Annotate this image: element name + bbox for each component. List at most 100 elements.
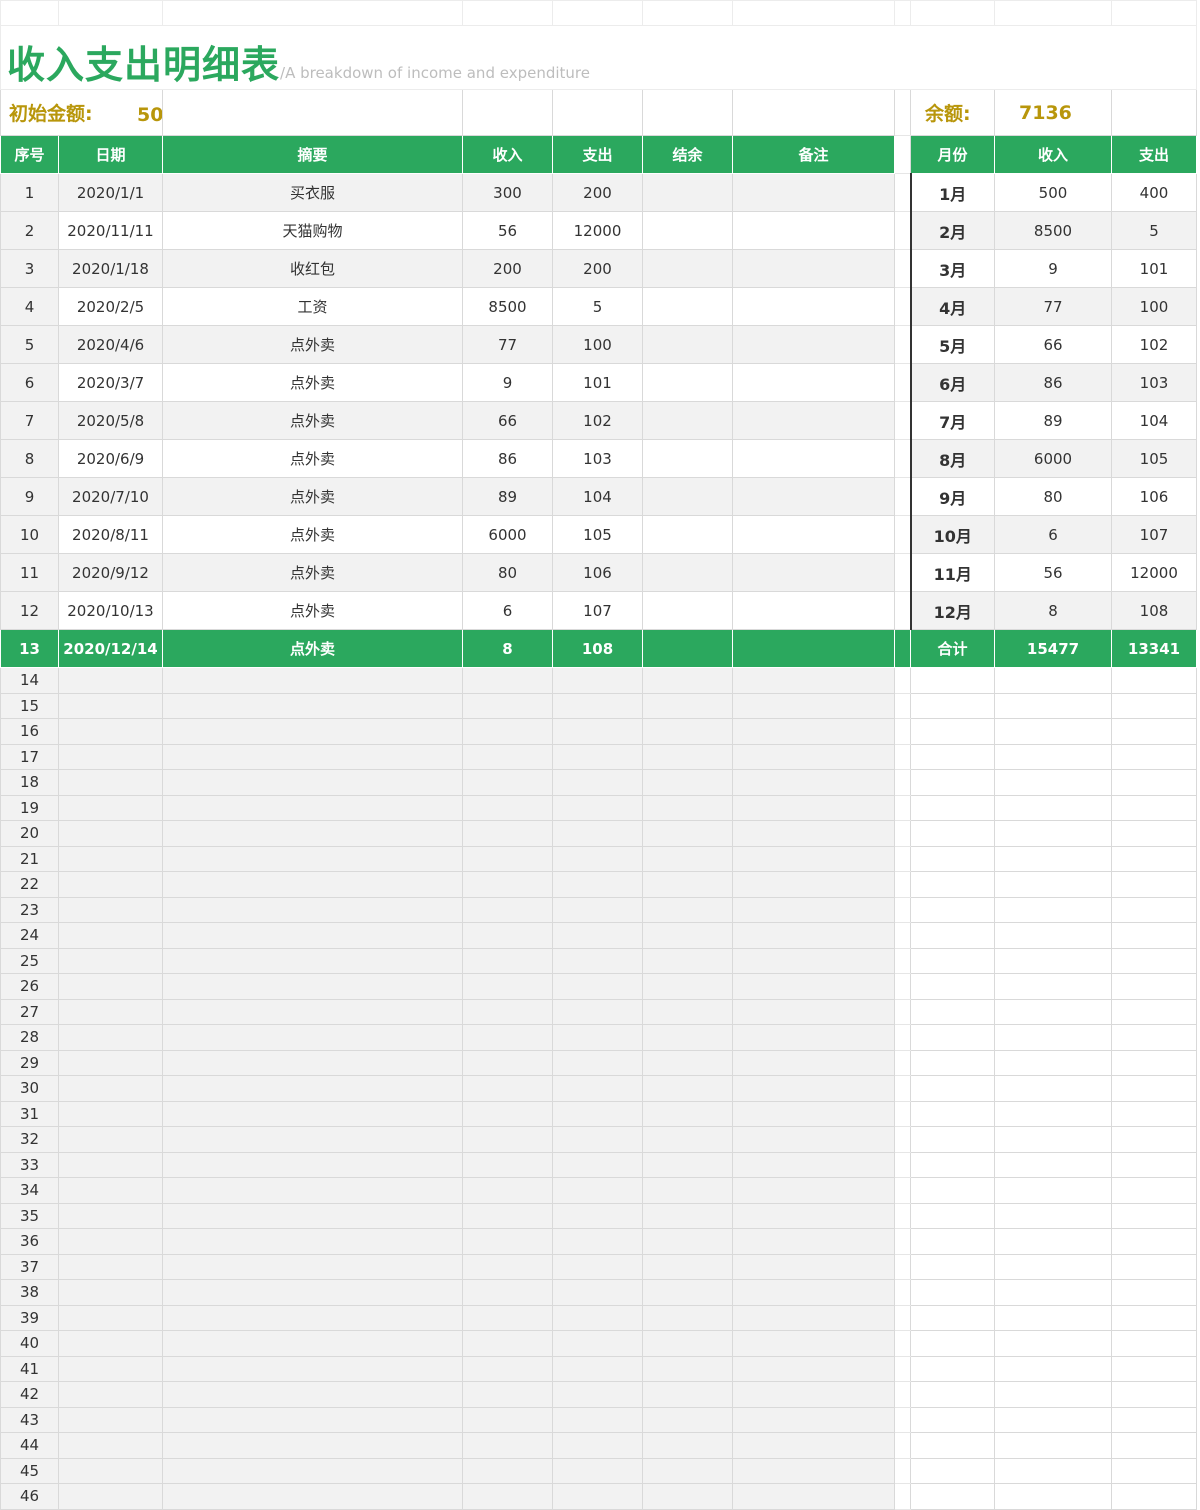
cell[interactable] — [1111, 718, 1197, 745]
expense-cell[interactable]: 105 — [552, 515, 643, 554]
cell[interactable] — [732, 1177, 895, 1204]
cell[interactable] — [994, 718, 1112, 745]
row-number[interactable]: 13 — [0, 629, 59, 668]
cell[interactable] — [1111, 1406, 1197, 1433]
remark-cell[interactable] — [732, 249, 895, 288]
row-number[interactable]: 45 — [0, 1457, 59, 1484]
income-cell[interactable]: 56 — [462, 211, 553, 250]
cell[interactable] — [462, 998, 553, 1025]
remark-cell[interactable] — [732, 211, 895, 250]
cell[interactable] — [642, 871, 733, 898]
cell[interactable] — [58, 998, 163, 1025]
cell[interactable] — [1111, 973, 1197, 1000]
summary-cell[interactable]: 点外卖 — [162, 591, 463, 630]
cell[interactable] — [462, 1253, 553, 1280]
cell[interactable] — [162, 718, 463, 745]
cell[interactable] — [58, 1304, 163, 1331]
row-number[interactable]: 1 — [0, 173, 59, 212]
income-cell[interactable]: 300 — [462, 173, 553, 212]
cell[interactable] — [994, 1279, 1112, 1306]
cell[interactable] — [910, 769, 995, 796]
cell[interactable] — [462, 973, 553, 1000]
cell[interactable] — [1111, 0, 1197, 26]
row-number[interactable]: 25 — [0, 947, 59, 974]
cell[interactable] — [910, 1279, 995, 1306]
cell[interactable] — [894, 1177, 911, 1204]
cell[interactable] — [642, 1483, 733, 1510]
row-number[interactable]: 28 — [0, 1024, 59, 1051]
cell[interactable] — [994, 1355, 1112, 1382]
cell[interactable] — [642, 1177, 733, 1204]
cell[interactable] — [462, 1381, 553, 1408]
cell[interactable] — [1111, 1253, 1197, 1280]
cell[interactable] — [462, 1202, 553, 1229]
cell[interactable] — [58, 845, 163, 872]
cell[interactable] — [894, 1024, 911, 1051]
cell[interactable] — [1111, 1151, 1197, 1178]
cell[interactable] — [732, 1279, 895, 1306]
date-cell[interactable]: 2020/5/8 — [58, 401, 163, 440]
row-number[interactable]: 27 — [0, 998, 59, 1025]
cell[interactable] — [910, 1355, 995, 1382]
cell[interactable] — [894, 1100, 911, 1127]
cell[interactable] — [894, 439, 911, 478]
cell[interactable] — [1111, 845, 1197, 872]
cell[interactable] — [994, 769, 1112, 796]
row-number[interactable]: 43 — [0, 1406, 59, 1433]
cell[interactable] — [894, 1483, 911, 1510]
cell[interactable] — [1111, 1049, 1197, 1076]
cell[interactable] — [994, 973, 1112, 1000]
month-cell[interactable]: 12月 — [909, 591, 995, 630]
cell[interactable] — [1111, 1202, 1197, 1229]
expense-cell[interactable]: 108 — [552, 629, 643, 668]
cell[interactable] — [910, 1457, 995, 1484]
cell[interactable] — [58, 820, 163, 847]
cell[interactable] — [910, 667, 995, 694]
cell[interactable] — [552, 1304, 643, 1331]
cell[interactable] — [910, 1049, 995, 1076]
cell[interactable] — [58, 1483, 163, 1510]
month-expense-cell[interactable]: 400 — [1111, 173, 1197, 212]
cell[interactable] — [910, 896, 995, 923]
cell[interactable] — [552, 896, 643, 923]
income-cell[interactable]: 80 — [462, 553, 553, 592]
month-expense-cell[interactable]: 102 — [1111, 325, 1197, 364]
cell[interactable] — [894, 211, 911, 250]
header-summary[interactable]: 摘要 — [162, 135, 463, 174]
cell[interactable] — [642, 1126, 733, 1153]
cell[interactable] — [1111, 922, 1197, 949]
cell[interactable] — [732, 922, 895, 949]
balance-cell[interactable] — [642, 173, 733, 212]
row-number[interactable]: 11 — [0, 553, 59, 592]
cell[interactable] — [642, 1432, 733, 1459]
balance-label[interactable]: 余额: — [910, 89, 995, 136]
remark-cell[interactable] — [732, 439, 895, 478]
cell[interactable] — [910, 1024, 995, 1051]
cell[interactable] — [58, 1024, 163, 1051]
cell[interactable] — [58, 1432, 163, 1459]
cell[interactable] — [994, 1049, 1112, 1076]
total-expense[interactable]: 13341 — [1111, 629, 1197, 668]
cell[interactable] — [462, 1432, 553, 1459]
cell[interactable] — [162, 1432, 463, 1459]
cell[interactable] — [910, 871, 995, 898]
cell[interactable] — [642, 1253, 733, 1280]
balance-cell[interactable] — [642, 287, 733, 326]
month-income-cell[interactable]: 500 — [994, 173, 1112, 212]
cell[interactable] — [552, 1381, 643, 1408]
cell[interactable] — [994, 896, 1112, 923]
balance-cell[interactable] — [642, 553, 733, 592]
cell[interactable] — [162, 743, 463, 770]
date-cell[interactable]: 2020/1/18 — [58, 249, 163, 288]
cell[interactable] — [994, 1100, 1112, 1127]
cell[interactable] — [642, 692, 733, 719]
cell[interactable] — [894, 1381, 911, 1408]
cell[interactable] — [910, 947, 995, 974]
month-expense-cell[interactable]: 105 — [1111, 439, 1197, 478]
cell[interactable] — [462, 947, 553, 974]
row-number[interactable]: 26 — [0, 973, 59, 1000]
row-number[interactable]: 30 — [0, 1075, 59, 1102]
cell[interactable] — [162, 1024, 463, 1051]
cell[interactable] — [1111, 1100, 1197, 1127]
cell[interactable] — [642, 1228, 733, 1255]
